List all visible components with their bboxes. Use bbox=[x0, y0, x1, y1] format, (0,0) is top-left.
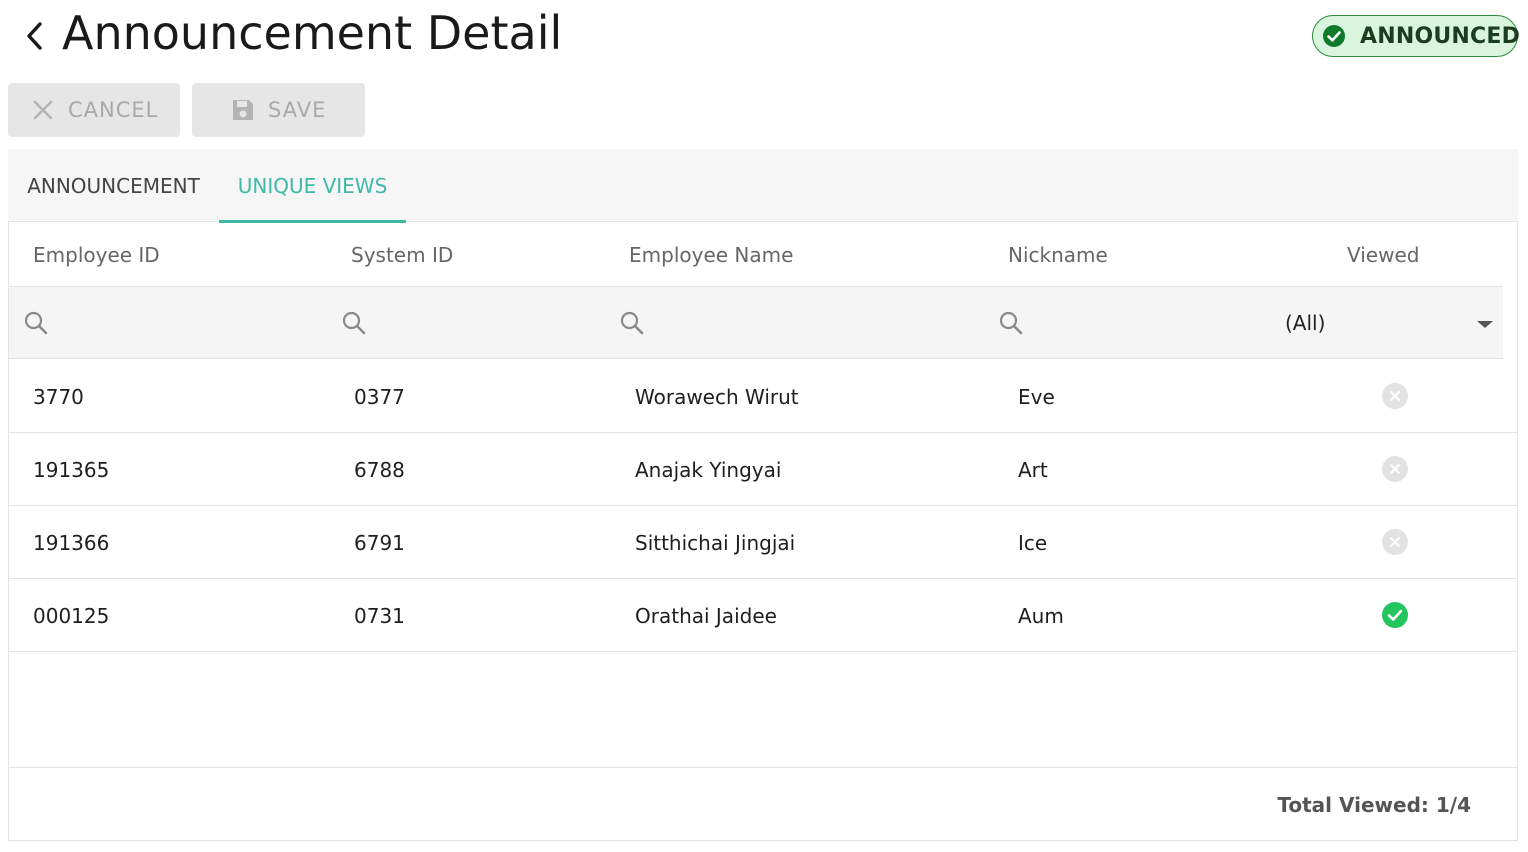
floppy-disk-icon bbox=[230, 97, 256, 123]
cancel-button[interactable]: CANCEL bbox=[8, 83, 180, 137]
cell-nickname: Eve bbox=[1018, 384, 1055, 409]
employee-id-filter-input[interactable] bbox=[59, 305, 259, 341]
cell-employee-id: 000125 bbox=[33, 603, 110, 628]
employee-name-filter-input[interactable] bbox=[655, 305, 855, 341]
cell-employee-name: Worawech Wirut bbox=[635, 384, 799, 409]
grid-filter-row: (All) bbox=[9, 287, 1503, 359]
column-header-employee-name[interactable]: Employee Name bbox=[629, 222, 793, 287]
tab-unique-views[interactable]: UNIQUE VIEWS bbox=[219, 149, 406, 223]
filter-employee-id bbox=[23, 287, 259, 359]
tab-announcement[interactable]: ANNOUNCEMENT bbox=[8, 149, 219, 222]
unique-views-grid: Employee ID System ID Employee Name Nick… bbox=[8, 222, 1518, 841]
chevron-left-icon bbox=[27, 22, 42, 50]
search-icon bbox=[620, 311, 644, 335]
grid-header-row: Employee ID System ID Employee Name Nick… bbox=[9, 222, 1503, 287]
grid-footer: Total Viewed: 1/4 bbox=[9, 767, 1517, 840]
table-row[interactable]: 191366 6791 Sitthichai Jingjai Ice bbox=[9, 506, 1517, 579]
column-header-employee-id[interactable]: Employee ID bbox=[33, 222, 160, 287]
search-icon bbox=[999, 311, 1023, 335]
status-badge-label: ANNOUNCED bbox=[1360, 23, 1521, 49]
cell-system-id: 0377 bbox=[354, 384, 405, 409]
filter-employee-name bbox=[619, 287, 855, 359]
cell-system-id: 6788 bbox=[354, 457, 405, 482]
tab-bar: ANNOUNCEMENT UNIQUE VIEWS bbox=[8, 149, 1518, 223]
table-row[interactable]: 191365 6788 Anajak Yingyai Art bbox=[9, 433, 1517, 506]
table-row[interactable]: 000125 0731 Orathai Jaidee Aum bbox=[9, 579, 1517, 652]
not-viewed-icon bbox=[1381, 528, 1409, 556]
cell-employee-id: 191365 bbox=[33, 457, 110, 482]
status-badge: ANNOUNCED bbox=[1312, 15, 1521, 57]
cell-nickname: Aum bbox=[1018, 603, 1064, 628]
save-button-label: SAVE bbox=[268, 98, 327, 122]
column-header-system-id[interactable]: System ID bbox=[351, 222, 453, 287]
filter-system-id bbox=[341, 287, 577, 359]
cancel-button-label: CANCEL bbox=[68, 98, 159, 122]
filter-nickname bbox=[998, 287, 1234, 359]
column-header-viewed[interactable]: Viewed bbox=[1347, 222, 1419, 287]
page-title: Announcement Detail bbox=[62, 6, 563, 60]
close-icon bbox=[32, 99, 54, 121]
cell-employee-name: Anajak Yingyai bbox=[635, 457, 782, 482]
cell-nickname: Ice bbox=[1018, 530, 1048, 555]
cell-employee-name: Orathai Jaidee bbox=[635, 603, 777, 628]
nickname-filter-input[interactable] bbox=[1034, 305, 1234, 341]
cell-nickname: Art bbox=[1018, 457, 1048, 482]
table-row[interactable]: 3770 0377 Worawech Wirut Eve bbox=[9, 360, 1517, 433]
cell-employee-id: 191366 bbox=[33, 530, 110, 555]
not-viewed-icon bbox=[1381, 382, 1409, 410]
cell-system-id: 0731 bbox=[354, 603, 405, 628]
search-icon bbox=[24, 311, 48, 335]
page-header: Announcement Detail ANNOUNCED bbox=[0, 0, 1528, 70]
cell-employee-id: 3770 bbox=[33, 384, 84, 409]
column-header-nickname[interactable]: Nickname bbox=[1008, 222, 1108, 287]
total-viewed-summary: Total Viewed: 1/4 bbox=[1277, 792, 1471, 817]
viewed-check-icon bbox=[1381, 601, 1409, 629]
back-button[interactable] bbox=[18, 18, 50, 54]
cell-system-id: 6791 bbox=[354, 530, 405, 555]
caret-down-icon bbox=[1477, 321, 1493, 328]
check-circle-icon bbox=[1322, 24, 1346, 48]
search-icon bbox=[342, 311, 366, 335]
viewed-filter-value: (All) bbox=[1285, 311, 1326, 335]
system-id-filter-input[interactable] bbox=[377, 305, 577, 341]
cell-employee-name: Sitthichai Jingjai bbox=[635, 530, 796, 555]
viewed-filter-select[interactable]: (All) bbox=[1285, 287, 1503, 359]
not-viewed-icon bbox=[1381, 455, 1409, 483]
save-button[interactable]: SAVE bbox=[192, 83, 365, 137]
